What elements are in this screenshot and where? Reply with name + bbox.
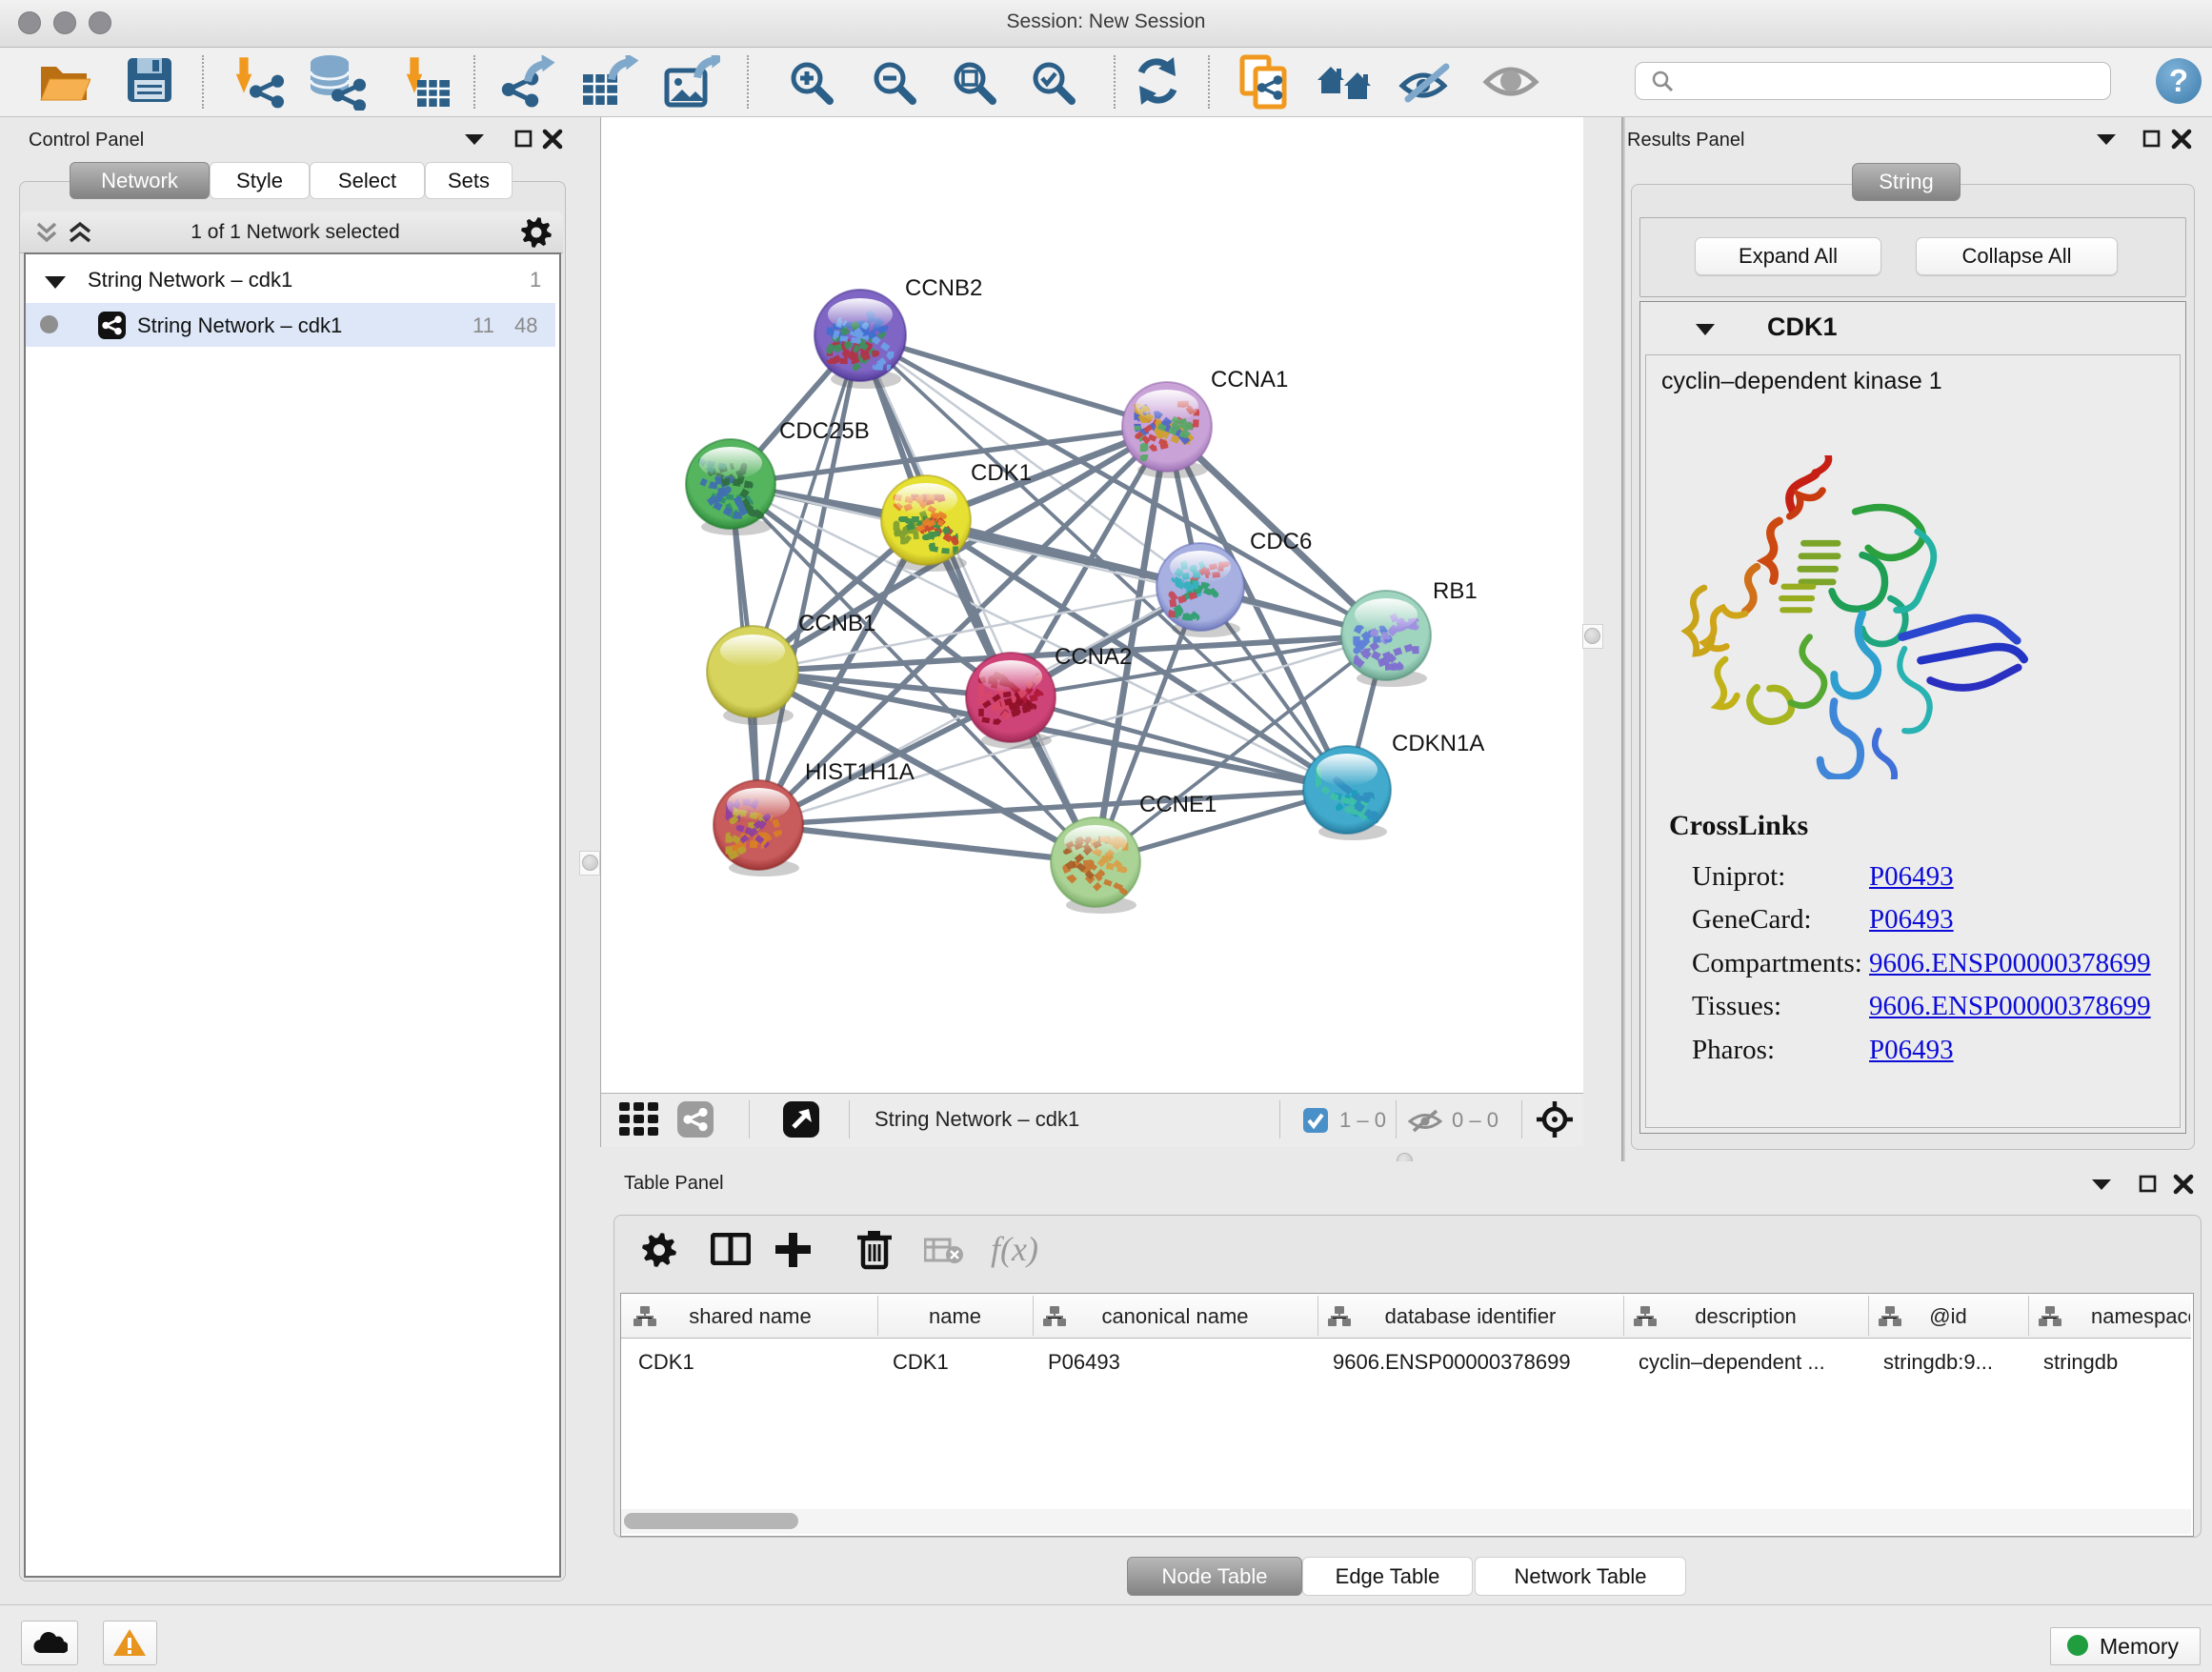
- svg-text:CCNB2: CCNB2: [905, 275, 982, 301]
- svg-text:CDK1: CDK1: [971, 460, 1032, 486]
- svg-text:CDKN1A: CDKN1A: [1392, 731, 1484, 756]
- svg-text:CCNB1: CCNB1: [798, 611, 875, 636]
- svg-text:CDC6: CDC6: [1250, 529, 1312, 554]
- svg-text:CCNE1: CCNE1: [1139, 792, 1217, 817]
- svg-text:HIST1H1A: HIST1H1A: [805, 759, 915, 785]
- svg-text:CCNA1: CCNA1: [1211, 367, 1288, 393]
- svg-text:RB1: RB1: [1433, 578, 1478, 604]
- svg-text:CDC25B: CDC25B: [779, 418, 870, 444]
- svg-text:CCNA2: CCNA2: [1055, 644, 1132, 670]
